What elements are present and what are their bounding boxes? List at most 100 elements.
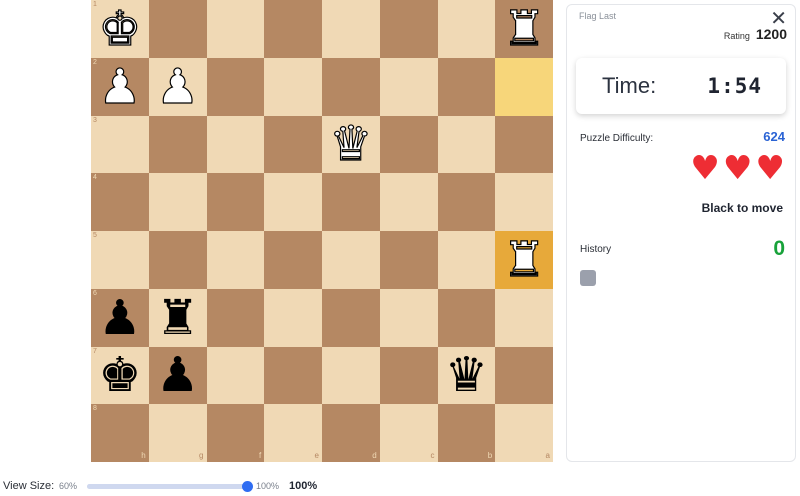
square-f8[interactable]: f	[206, 404, 265, 462]
rank-label: 6	[93, 289, 97, 297]
square-f3[interactable]	[206, 115, 265, 174]
square-d4[interactable]	[322, 173, 380, 231]
view-size-slider[interactable]	[87, 481, 253, 492]
heart-icon: ♥	[755, 148, 785, 187]
square-g2[interactable]: ♟	[148, 57, 207, 116]
square-a7[interactable]	[495, 346, 553, 405]
square-c7[interactable]	[379, 346, 438, 405]
square-g7[interactable]: ♟	[148, 346, 207, 405]
square-b2[interactable]	[437, 57, 496, 116]
square-h8[interactable]: 8h	[91, 404, 149, 462]
black-queen-piece[interactable]: ♛	[445, 351, 488, 399]
square-e1[interactable]	[264, 0, 322, 58]
square-c2[interactable]	[379, 57, 438, 116]
square-c1[interactable]	[379, 0, 438, 58]
square-d7[interactable]	[322, 346, 380, 405]
square-c5[interactable]	[379, 231, 438, 289]
rank-label: 1	[93, 1, 97, 8]
square-h1[interactable]: 1 ♚	[91, 0, 149, 58]
square-d3[interactable]: ♛	[322, 115, 380, 174]
square-a8[interactable]: a	[495, 404, 553, 462]
square-d2[interactable]	[322, 57, 380, 116]
square-a5[interactable]: ♜	[495, 231, 553, 289]
white-rook-piece[interactable]: ♜	[502, 4, 546, 53]
square-h2[interactable]: 2 ♟	[91, 57, 149, 116]
square-c3[interactable]	[379, 115, 438, 174]
history-chip[interactable]	[580, 270, 596, 286]
square-a1[interactable]: ♜	[495, 0, 553, 58]
timer-value: 1:54	[707, 74, 762, 98]
square-b7[interactable]: ♛	[437, 346, 496, 405]
square-c6[interactable]	[379, 288, 438, 347]
black-rook-piece[interactable]: ♜	[156, 294, 199, 342]
square-e6[interactable]	[264, 288, 322, 347]
square-g5[interactable]	[148, 231, 207, 289]
square-h6[interactable]: 6 ♟	[91, 288, 149, 347]
square-b6[interactable]	[437, 288, 496, 347]
square-d8[interactable]: d	[322, 404, 380, 462]
square-a3[interactable]	[495, 115, 553, 174]
rating-value: 1200	[755, 26, 787, 42]
file-label: g	[199, 451, 204, 460]
square-h5[interactable]: 5	[91, 231, 149, 289]
turn-indicator: Black to move	[701, 201, 783, 215]
square-f2[interactable]	[206, 57, 265, 116]
square-c4[interactable]	[379, 173, 438, 231]
square-d5[interactable]	[322, 231, 380, 289]
square-b8[interactable]: b	[437, 404, 496, 462]
square-a6[interactable]	[495, 288, 553, 347]
square-f5[interactable]	[206, 231, 265, 289]
flag-last-link[interactable]: Flag Last	[579, 11, 616, 21]
square-d1[interactable]	[322, 0, 380, 58]
square-g3[interactable]	[148, 115, 207, 174]
rank-label: 2	[93, 58, 97, 66]
square-e4[interactable]	[264, 173, 322, 231]
square-a4[interactable]	[495, 173, 553, 231]
black-king-piece[interactable]: ♚	[98, 351, 141, 399]
square-h4[interactable]: 4	[91, 173, 149, 231]
file-label: h	[141, 451, 146, 460]
square-b3[interactable]	[437, 115, 496, 174]
square-b5[interactable]	[437, 231, 496, 289]
square-g4[interactable]	[148, 173, 207, 231]
square-d6[interactable]	[322, 288, 380, 347]
square-h3[interactable]: 3	[91, 115, 149, 174]
file-label: b	[487, 451, 493, 460]
history-label: History	[580, 243, 612, 255]
square-c8[interactable]: c	[379, 404, 438, 462]
square-g8[interactable]: g	[148, 404, 207, 462]
chess-board[interactable]: 1 ♚ ♜ 2 ♟ ♟ 3 ♛ 4 5 ♜ 6 ♟ ♜ 7 ♚ ♟ ♛ 8 h g f e d c b a	[91, 0, 553, 462]
black-pawn-piece[interactable]: ♟	[98, 294, 141, 342]
view-size-max-label: 100%	[256, 481, 280, 491]
square-e3[interactable]	[264, 115, 322, 174]
square-f4[interactable]	[206, 173, 265, 231]
square-g6[interactable]: ♜	[148, 288, 207, 347]
white-king-piece[interactable]: ♚	[98, 4, 142, 53]
square-e8[interactable]: e	[264, 404, 322, 462]
square-f7[interactable]	[206, 346, 265, 405]
white-queen-piece[interactable]: ♛	[329, 120, 373, 169]
square-b4[interactable]	[437, 173, 496, 231]
history-row: History 0	[580, 237, 785, 261]
square-e7[interactable]	[264, 346, 322, 405]
square-e2[interactable]	[264, 57, 322, 116]
white-pawn-piece[interactable]: ♟	[156, 62, 200, 111]
view-size-slider-thumb[interactable]	[242, 481, 253, 492]
square-f1[interactable]	[206, 0, 265, 58]
rank-label: 8	[93, 405, 97, 413]
white-pawn-piece[interactable]: ♟	[98, 62, 142, 111]
file-label: c	[430, 451, 435, 460]
square-e5[interactable]	[264, 231, 322, 289]
view-size-bar: View Size: 60% 100% 100%	[0, 476, 800, 496]
white-rook-piece[interactable]: ♜	[502, 235, 546, 284]
square-b1[interactable]	[437, 0, 496, 58]
square-f6[interactable]	[206, 288, 265, 347]
rating-label: Rating	[723, 31, 750, 41]
square-a2[interactable]	[495, 57, 553, 116]
black-pawn-piece[interactable]: ♟	[156, 351, 199, 399]
side-panel: Flag Last ✕ Rating 1200 Time: 1:54 Puzzl…	[566, 4, 796, 462]
view-size-current: 100%	[289, 480, 318, 492]
rank-label: 3	[93, 116, 97, 124]
square-h7[interactable]: 7 ♚	[91, 346, 149, 405]
square-g1[interactable]	[148, 0, 207, 58]
